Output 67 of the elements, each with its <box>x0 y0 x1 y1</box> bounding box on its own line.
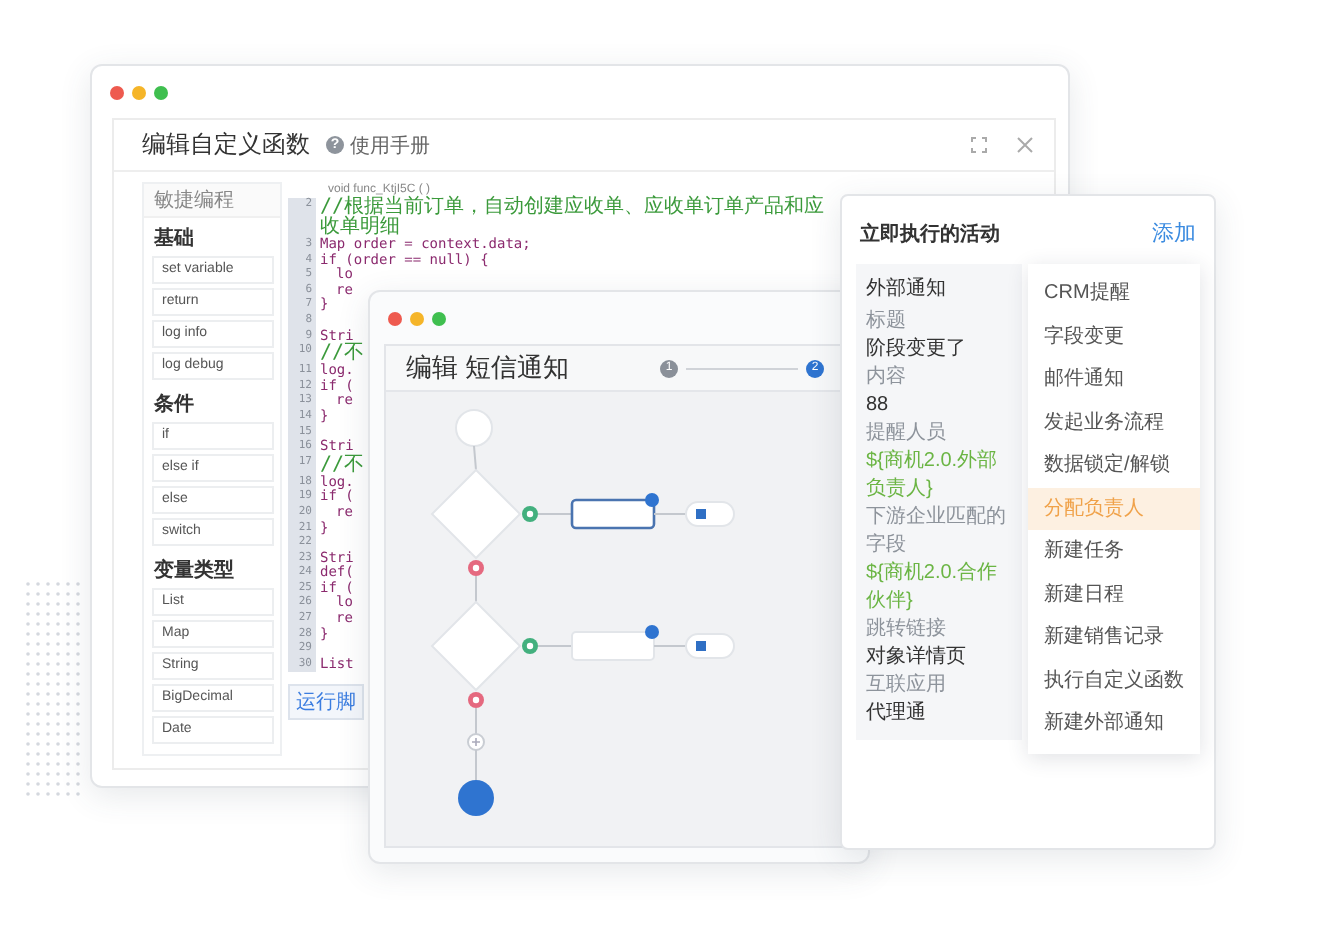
menu-item[interactable]: 新建日程 <box>1028 573 1200 616</box>
menu-item[interactable]: 字段变更 <box>1028 315 1200 358</box>
terminal-node[interactable] <box>458 780 494 816</box>
end-tag <box>685 501 735 527</box>
end-tag <box>685 633 735 659</box>
sidebar-header: 敏捷编程 <box>144 184 280 218</box>
field-label: 下游企业匹配的字段 <box>866 504 1008 560</box>
variable-token: ${商机2.0.外部负责人} <box>866 448 1000 504</box>
panel-title: 立即执行的活动 <box>860 220 1000 247</box>
manual-link[interactable]: 使用手册 <box>350 131 430 159</box>
field-label: 提醒人员 <box>866 420 948 448</box>
expand-icon[interactable] <box>970 136 988 154</box>
close-icon[interactable] <box>1016 136 1034 154</box>
connector-line <box>473 445 477 471</box>
code-line: //根据当前订单，自动创建应收单、应收单订单产品和应收单明细 <box>318 198 827 238</box>
field-label: 跳转链接 <box>866 616 948 644</box>
connector-line <box>537 645 573 647</box>
pass-dot-icon <box>522 506 538 522</box>
maximize-button[interactable] <box>432 311 446 325</box>
status-dot <box>645 493 659 507</box>
connector-line <box>653 645 687 647</box>
dialog-title: 编辑自定义函数 <box>142 128 310 162</box>
menu-item[interactable]: 邮件通知 <box>1028 358 1200 401</box>
menu-item[interactable]: 新建任务 <box>1028 530 1200 573</box>
activity-name: 外部通知 <box>866 276 948 304</box>
menu-item[interactable]: 新建外部通知 <box>1028 702 1200 745</box>
minimize-button[interactable] <box>132 85 146 99</box>
field-value: 对象详情页 <box>866 644 968 672</box>
group-label: 基础 <box>152 225 196 254</box>
menu-item[interactable]: CRM提醒 <box>1028 272 1200 315</box>
menu-item[interactable]: 新建销售记录 <box>1028 616 1200 659</box>
field-label: 标题 <box>866 308 908 336</box>
menu-item[interactable]: 数据锁定/解锁 <box>1028 444 1200 487</box>
fail-dot-icon <box>468 560 484 576</box>
field-label: 内容 <box>866 364 908 392</box>
field-value: 阶段变更了 <box>866 336 968 364</box>
fail-dot-icon <box>468 692 484 708</box>
connector-line <box>475 749 477 781</box>
code-line: //不 <box>318 455 365 476</box>
field-value: 88 <box>866 392 891 420</box>
maximize-button[interactable] <box>154 85 168 99</box>
decision-node[interactable] <box>430 600 522 692</box>
connector-line <box>537 513 573 515</box>
close-button[interactable] <box>388 311 402 325</box>
start-node[interactable] <box>455 409 493 447</box>
add-node-icon[interactable] <box>467 733 485 751</box>
menu-item[interactable]: 发起业务流程 <box>1028 401 1200 444</box>
close-button[interactable] <box>110 85 124 99</box>
field-value: 代理通 <box>866 700 928 728</box>
dialog-title: 编辑 短信通知 <box>406 350 570 386</box>
run-script-button[interactable]: 运行脚 <box>288 684 364 721</box>
add-link[interactable]: 添加 <box>1152 218 1196 248</box>
connector-line <box>475 575 477 603</box>
variable-token: ${商机2.0.合作伙伴} <box>866 560 1000 616</box>
group-label: 条件 <box>152 391 196 420</box>
minimize-button[interactable] <box>410 311 424 325</box>
action-node[interactable] <box>570 498 656 530</box>
pass-dot-icon <box>522 638 538 654</box>
decision-node[interactable] <box>430 468 522 560</box>
status-dot <box>645 625 659 639</box>
code-line: //不 <box>318 344 365 365</box>
menu-item[interactable]: 执行自定义函数 <box>1028 659 1200 702</box>
activity-card[interactable]: 外部通知 标题 阶段变更了 内容 88 提醒人员 ${商机2.0.外部负责人} 下游企业匹配的字段 ${商机2.0.合作伙伴} 跳转链接 对象详情页 互联应用 代理通 <box>856 264 1022 740</box>
connector-line <box>475 707 477 735</box>
field-label: 互联应用 <box>866 672 948 700</box>
group-label: 变量类型 <box>152 556 236 586</box>
connector-line <box>653 513 687 515</box>
